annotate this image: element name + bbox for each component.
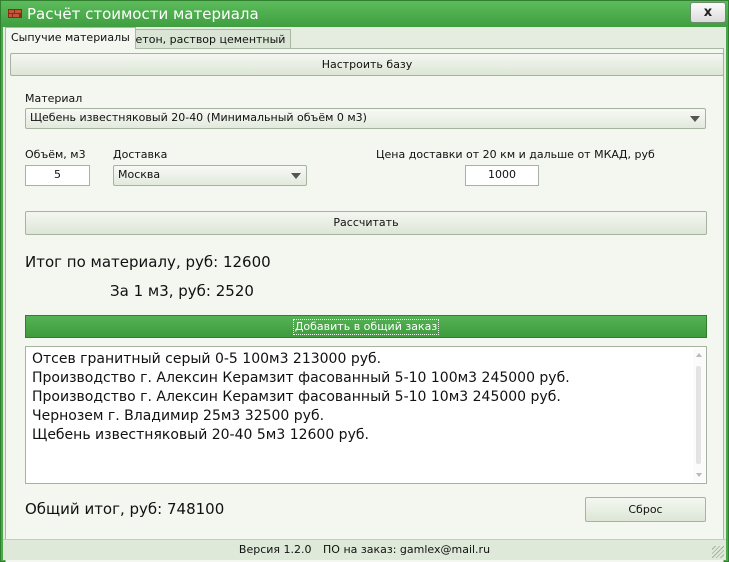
- chevron-down-icon: [690, 116, 700, 122]
- volume-input[interactable]: 5: [25, 165, 90, 186]
- window-title: Расчёт стоимости материала: [27, 5, 259, 23]
- material-select[interactable]: Щебень известняковый 20-40 (Минимальный …: [25, 108, 706, 129]
- material-label: Материал: [25, 92, 83, 105]
- list-item[interactable]: Производство г. Алексин Керамзит фасован…: [26, 369, 706, 388]
- status-bar: Версия 1.2.0 ПО на заказ: gamlex@mail.ru: [3, 539, 726, 560]
- scroll-down-arrow-icon[interactable]: [696, 473, 702, 477]
- contact-text: ПО на заказ: gamlex@mail.ru: [323, 543, 491, 556]
- configure-database-button[interactable]: Настроить базу: [10, 53, 724, 76]
- tab-panel: Настроить базу Материал Щебень известняк…: [5, 48, 724, 562]
- delivery-price-label: Цена доставки от 20 км и дальше от МКАД,…: [376, 148, 655, 161]
- order-list-scrollbar[interactable]: [693, 348, 705, 482]
- delivery-select[interactable]: Москва: [113, 165, 307, 186]
- add-to-order-label: Добавить в общий заказ: [292, 319, 440, 335]
- close-button[interactable]: x: [690, 2, 726, 23]
- per-unit-price-text: За 1 м3, руб: 2520: [110, 282, 254, 300]
- calculate-button[interactable]: Рассчитать: [25, 211, 707, 235]
- order-list[interactable]: Отсев гранитный серый 0-5 100м3 213000 р…: [25, 346, 707, 484]
- add-to-order-button[interactable]: Добавить в общий заказ: [25, 315, 707, 338]
- delivery-price-input[interactable]: 1000: [465, 165, 539, 186]
- version-text: Версия 1.2.0: [238, 543, 312, 556]
- scroll-up-arrow-icon[interactable]: [696, 353, 702, 357]
- list-item[interactable]: Щебень известняковый 20-40 5м3 12600 руб…: [26, 426, 706, 445]
- scrollbar-thumb[interactable]: [696, 366, 701, 464]
- order-list-items: Отсев гранитный серый 0-5 100м3 213000 р…: [26, 347, 706, 445]
- material-total-text: Итог по материалу, руб: 12600: [25, 253, 271, 271]
- client-area: Сыпучие материалы Бетон, раствор цементн…: [3, 27, 726, 562]
- list-item[interactable]: Отсев гранитный серый 0-5 100м3 213000 р…: [26, 350, 706, 369]
- app-window: Расчёт стоимости материала x Сыпучие мат…: [0, 0, 729, 562]
- list-item[interactable]: Производство г. Алексин Керамзит фасован…: [26, 388, 706, 407]
- material-select-value: Щебень известняковый 20-40 (Минимальный …: [30, 111, 367, 124]
- tab-bulk-materials[interactable]: Сыпучие материалы: [5, 27, 136, 49]
- resize-grip-icon[interactable]: [712, 546, 724, 558]
- delivery-select-value: Москва: [118, 168, 161, 181]
- title-bar[interactable]: Расчёт стоимости материала x: [1, 1, 728, 27]
- list-item[interactable]: Чернозем г. Владимир 25м3 32500 руб.: [26, 407, 706, 426]
- app-icon: [8, 9, 22, 18]
- volume-label: Объём, м3: [25, 148, 86, 161]
- reset-button[interactable]: Сброс: [585, 497, 706, 522]
- tab-concrete[interactable]: Бетон, раствор цементный: [122, 29, 292, 49]
- grand-total-text: Общий итог, руб: 748100: [25, 500, 225, 518]
- delivery-label: Доставка: [113, 148, 168, 161]
- chevron-down-icon: [291, 173, 301, 179]
